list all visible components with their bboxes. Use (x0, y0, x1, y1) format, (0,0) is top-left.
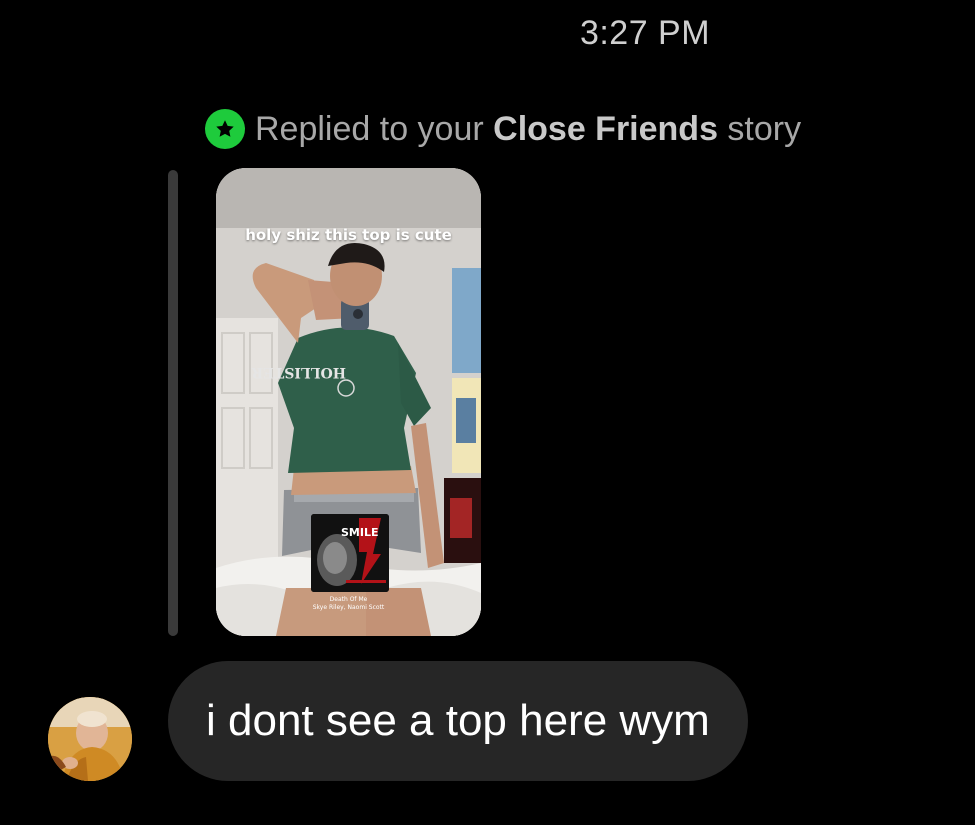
message-bubble[interactable]: i dont see a top here wym (168, 661, 748, 781)
message-text: i dont see a top here wym (206, 696, 710, 745)
reply-quote-bar (168, 170, 178, 636)
sender-avatar[interactable] (48, 697, 132, 781)
music-sticker-title: SMILE (341, 526, 379, 539)
message-timestamp: 3:27 PM (579, 14, 711, 52)
music-sticker[interactable]: SMILE (311, 514, 389, 592)
music-sticker-song: Death Of Me Skye Riley, Naomi Scott (312, 596, 385, 611)
story-caption: holy shiz this top is cute (245, 226, 452, 244)
story-reply-header: Replied to your Close Friends story (205, 108, 801, 150)
close-friends-star-icon (205, 109, 245, 149)
reply-header-text: Replied to your Close Friends story (255, 109, 802, 148)
svg-text:HOLLISTER: HOLLISTER (251, 364, 346, 380)
story-preview[interactable]: HOLLISTER holy shiz this top is cute SMI… (216, 168, 481, 636)
